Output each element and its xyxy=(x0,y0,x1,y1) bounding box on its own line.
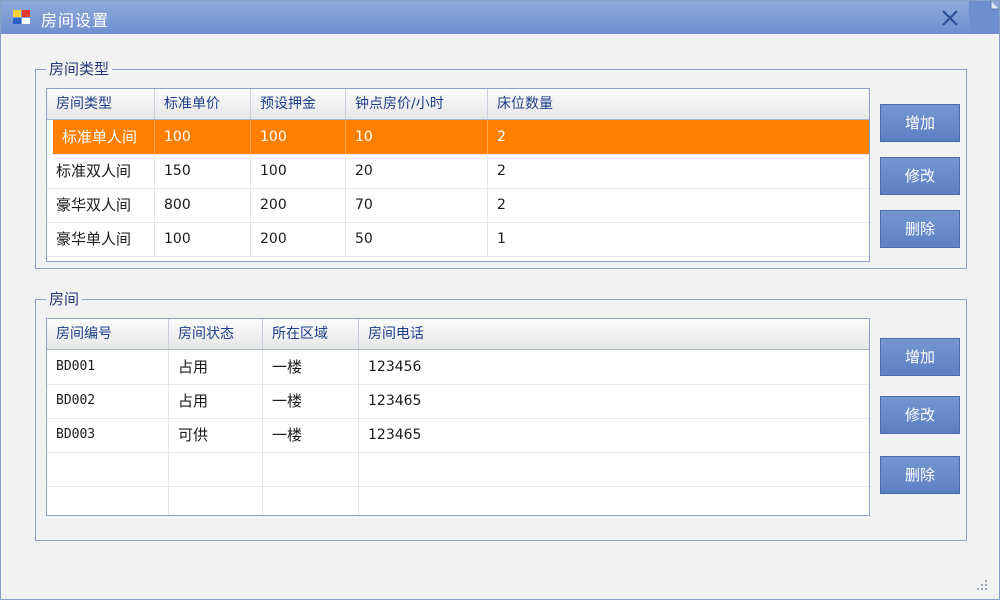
cell-hourly-price: 10 xyxy=(346,120,488,154)
cell-bed-count: 2 xyxy=(497,163,506,179)
room-edit-button[interactable]: 修改 xyxy=(880,396,960,434)
cell-bed-count: 2 xyxy=(497,129,506,145)
room-types-group: 房间类型 房间类型 标准单价 预设押金 钟点房价/小时 床位数量 标准单人间 1… xyxy=(35,58,967,269)
close-button[interactable] xyxy=(939,7,961,29)
cell-room-number: BD001 xyxy=(47,350,169,384)
empty-cell xyxy=(169,486,263,515)
cell-standard-price: 100 xyxy=(155,222,251,256)
title-bar[interactable]: 房间设置 xyxy=(1,1,999,34)
cell-standard-price: 800 xyxy=(155,188,251,222)
rooms-legend: 房间 xyxy=(46,288,83,309)
rooms-group: 房间 房间编号 房间状态 所在区域 房间电话 BD001 占用 一楼 12345… xyxy=(35,288,967,541)
table-row[interactable]: 标准单人间 100 100 10 2 xyxy=(47,120,869,155)
empty-row xyxy=(47,486,869,515)
column-header-bed-count[interactable]: 床位数量 xyxy=(488,89,869,119)
room-types-legend: 房间类型 xyxy=(46,58,113,79)
cell-area: 一楼 xyxy=(263,384,359,418)
cell-hourly-price: 20 xyxy=(346,154,488,188)
table-row[interactable]: 豪华双人间 800 200 70 2 xyxy=(47,188,869,223)
empty-row xyxy=(47,452,869,487)
cell-room-status: 占用 xyxy=(169,350,263,384)
empty-cell xyxy=(47,452,169,486)
room-types-grid-header: 房间类型 标准单价 预设押金 钟点房价/小时 床位数量 xyxy=(47,89,869,120)
table-row[interactable]: 标准双人间 150 100 20 2 xyxy=(47,154,869,189)
room-delete-button[interactable]: 删除 xyxy=(880,456,960,494)
column-header-room-phone[interactable]: 房间电话 xyxy=(359,319,869,349)
cell-room-status: 可供 xyxy=(169,418,263,452)
empty-cell xyxy=(47,486,169,515)
rooms-grid-header: 房间编号 房间状态 所在区域 房间电话 xyxy=(47,319,869,350)
room-type-edit-button[interactable]: 修改 xyxy=(880,157,960,195)
cell-room-type: 标准双人间 xyxy=(47,154,155,188)
table-row[interactable]: BD002 占用 一楼 123465 xyxy=(47,384,869,419)
cell-standard-price: 150 xyxy=(155,154,251,188)
room-types-grid[interactable]: 房间类型 标准单价 预设押金 钟点房价/小时 床位数量 标准单人间 100 10… xyxy=(46,88,870,262)
cell-room-number: BD002 xyxy=(47,384,169,418)
cell-deposit: 200 xyxy=(251,222,346,256)
cell-deposit: 200 xyxy=(251,188,346,222)
window-title: 房间设置 xyxy=(41,11,110,30)
column-header-hourly-price[interactable]: 钟点房价/小时 xyxy=(346,89,488,119)
room-add-button[interactable]: 增加 xyxy=(880,338,960,376)
cell-deposit: 100 xyxy=(251,154,346,188)
empty-cell xyxy=(169,452,263,486)
cell-hourly-price: 50 xyxy=(346,222,488,256)
column-header-deposit[interactable]: 预设押金 xyxy=(251,89,346,119)
cell-room-type: 标准单人间 xyxy=(53,120,155,154)
resize-grip-icon[interactable] xyxy=(975,577,989,591)
empty-cell xyxy=(263,452,359,486)
cell-room-type: 豪华单人间 xyxy=(47,222,155,256)
room-settings-window: 房间设置 房间类型 房间类型 标准单价 预设押金 钟点房价/小时 床位数量 标准… xyxy=(0,0,1000,600)
empty-cell xyxy=(359,486,869,515)
cell-hourly-price: 70 xyxy=(346,188,488,222)
rooms-grid[interactable]: 房间编号 房间状态 所在区域 房间电话 BD001 占用 一楼 123456 B… xyxy=(46,318,870,516)
cell-room-type: 豪华双人间 xyxy=(47,188,155,222)
cell-area: 一楼 xyxy=(263,350,359,384)
cell-bed-count: 2 xyxy=(497,197,506,213)
column-header-standard-price[interactable]: 标准单价 xyxy=(155,89,251,119)
room-type-delete-button[interactable]: 删除 xyxy=(880,210,960,248)
cell-room-number: BD003 xyxy=(47,418,169,452)
table-row[interactable]: BD001 占用 一楼 123456 xyxy=(47,350,869,385)
app-icon xyxy=(13,9,31,25)
column-header-room-type[interactable]: 房间类型 xyxy=(47,89,155,119)
cell-room-phone: 123465 xyxy=(368,427,422,443)
cell-bed-count: 1 xyxy=(497,231,506,247)
empty-cell xyxy=(359,452,869,486)
cell-deposit: 100 xyxy=(251,120,346,154)
cell-room-phone: 123456 xyxy=(368,359,422,375)
column-header-room-status[interactable]: 房间状态 xyxy=(169,319,263,349)
table-row[interactable]: BD003 可供 一楼 123465 xyxy=(47,418,869,453)
empty-cell xyxy=(263,486,359,515)
corner-decoration xyxy=(969,1,999,34)
table-row[interactable]: 豪华单人间 100 200 50 1 xyxy=(47,222,869,257)
cell-room-phone: 123465 xyxy=(368,393,422,409)
cell-area: 一楼 xyxy=(263,418,359,452)
cell-standard-price: 100 xyxy=(155,120,251,154)
close-icon xyxy=(942,10,958,26)
room-type-add-button[interactable]: 增加 xyxy=(880,104,960,142)
column-header-room-number[interactable]: 房间编号 xyxy=(47,319,169,349)
column-header-area[interactable]: 所在区域 xyxy=(263,319,359,349)
cell-room-status: 占用 xyxy=(169,384,263,418)
